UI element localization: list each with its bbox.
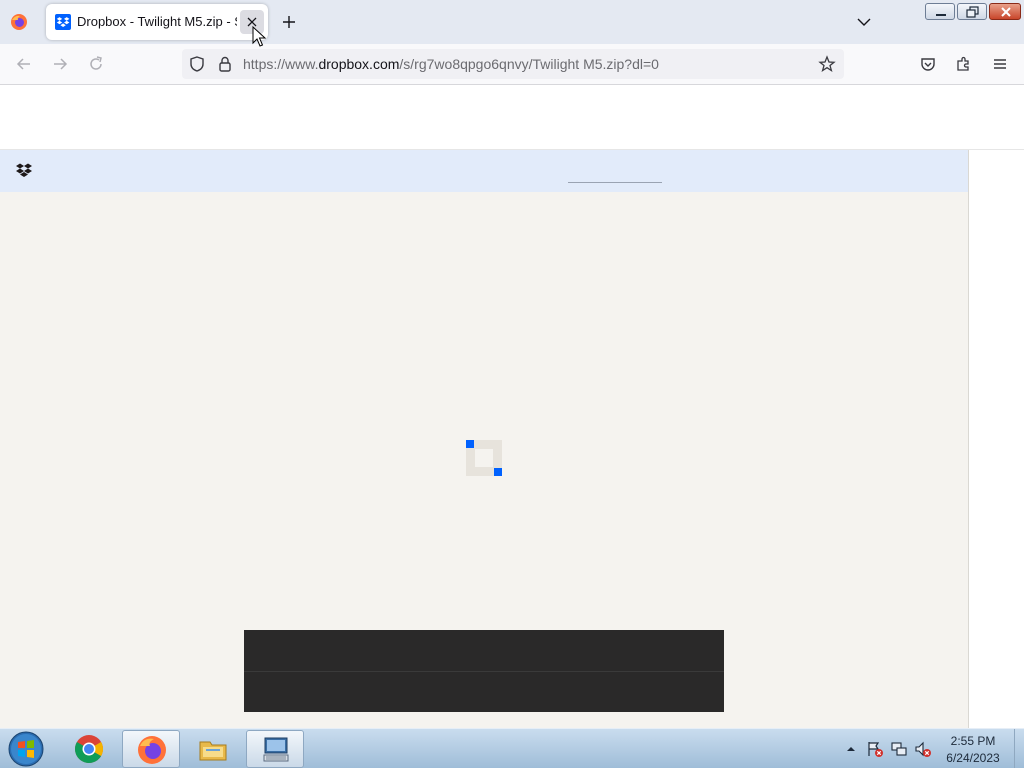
panel-divider bbox=[244, 671, 724, 672]
url-prefix: https://www. bbox=[243, 56, 319, 72]
loading-spinner-icon bbox=[466, 440, 502, 476]
tracking-protection-shield-icon[interactable] bbox=[188, 55, 206, 73]
list-all-tabs-chevron-icon[interactable] bbox=[854, 12, 874, 32]
remote-desktop-icon bbox=[263, 737, 289, 762]
firefox-icon bbox=[138, 736, 166, 764]
lock-icon[interactable] bbox=[216, 55, 234, 73]
browser-tab[interactable]: Dropbox - Twilight M5.zip - Sim bbox=[46, 4, 268, 40]
taskbar-remote-desktop[interactable] bbox=[246, 730, 304, 768]
window-close-button[interactable] bbox=[989, 3, 1021, 20]
reload-icon[interactable] bbox=[86, 54, 106, 74]
window-minimize-button[interactable] bbox=[925, 3, 955, 20]
taskbar-file-explorer[interactable] bbox=[184, 730, 242, 768]
dark-overlay-panel bbox=[244, 630, 724, 712]
taskbar-chrome[interactable] bbox=[60, 730, 118, 768]
taskbar-firefox[interactable] bbox=[122, 730, 180, 768]
address-bar[interactable]: https://www.dropbox.com/s/rg7wo8qpgo6qnv… bbox=[182, 49, 844, 79]
windows-taskbar: 2:55 PM 6/24/2023 bbox=[0, 728, 1024, 768]
show-desktop-button[interactable] bbox=[1014, 729, 1024, 768]
close-icon bbox=[1001, 7, 1011, 17]
bookmark-star-icon[interactable] bbox=[818, 55, 836, 73]
firefox-icon[interactable] bbox=[10, 13, 28, 31]
window-restore-button[interactable] bbox=[957, 3, 987, 20]
restore-icon bbox=[966, 6, 979, 18]
extensions-puzzle-icon[interactable] bbox=[954, 54, 974, 74]
forward-arrow-icon[interactable] bbox=[50, 54, 70, 74]
loading-placeholder-line bbox=[568, 182, 662, 183]
dropbox-top-bar bbox=[0, 150, 968, 192]
network-icon[interactable] bbox=[890, 740, 908, 758]
preview-area bbox=[0, 192, 968, 728]
tab-title: Dropbox - Twilight M5.zip - Sim bbox=[77, 14, 237, 29]
system-tray: 2:55 PM 6/24/2023 bbox=[842, 729, 1024, 768]
show-hidden-icons-arrow-icon[interactable] bbox=[846, 744, 856, 754]
clock-time[interactable]: 2:55 PM bbox=[938, 734, 1008, 748]
minimize-icon bbox=[936, 14, 946, 16]
screen: Dropbox - Twilight M5.zip - Sim bbox=[0, 0, 1024, 768]
new-tab-plus-icon[interactable] bbox=[278, 11, 300, 33]
tab-strip: Dropbox - Twilight M5.zip - Sim bbox=[0, 0, 1024, 44]
chrome-icon bbox=[75, 735, 103, 763]
dropbox-logo-icon[interactable] bbox=[16, 162, 32, 178]
pocket-icon[interactable] bbox=[918, 54, 938, 74]
file-explorer-icon bbox=[199, 741, 227, 761]
windows-start-button-icon[interactable] bbox=[6, 730, 46, 768]
page-header-area bbox=[0, 85, 1024, 150]
clock-date[interactable]: 6/24/2023 bbox=[938, 751, 1008, 765]
back-arrow-icon[interactable] bbox=[14, 54, 34, 74]
dropbox-favicon-icon bbox=[55, 14, 71, 30]
url-path: /s/rg7wo8qpgo6qnvy/Twilight M5.zip?dl=0 bbox=[399, 56, 659, 72]
menu-hamburger-icon[interactable] bbox=[990, 54, 1010, 74]
volume-muted-icon[interactable] bbox=[914, 740, 932, 758]
navigation-toolbar: https://www.dropbox.com/s/rg7wo8qpgo6qnv… bbox=[0, 44, 1024, 85]
url-text[interactable]: https://www.dropbox.com/s/rg7wo8qpgo6qnv… bbox=[243, 56, 659, 72]
mouse-cursor-icon bbox=[252, 26, 266, 47]
right-side-pane bbox=[968, 150, 1024, 728]
url-host: dropbox.com bbox=[318, 56, 400, 72]
action-center-flag-icon[interactable] bbox=[866, 740, 884, 758]
